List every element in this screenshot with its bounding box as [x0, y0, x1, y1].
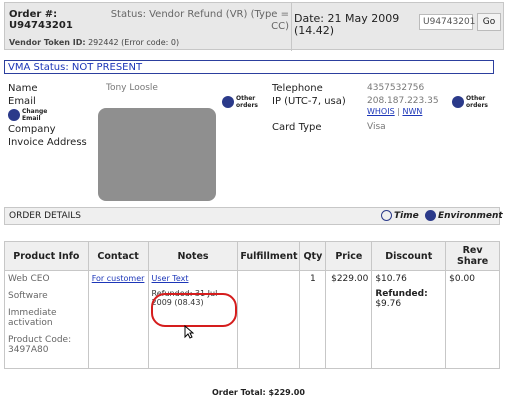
- column-header: Discount: [371, 241, 447, 271]
- notes-link[interactable]: User Text: [152, 274, 235, 283]
- product-type: Software: [8, 291, 48, 301]
- vendor-token-label: Vendor Token ID:: [9, 38, 86, 47]
- column-header: Qty: [299, 241, 327, 271]
- name-value: Tony Loosle: [106, 83, 158, 93]
- time-toggle[interactable]: Time: [381, 210, 419, 221]
- column-header: Notes: [147, 241, 239, 271]
- qty-cell: 1: [299, 270, 327, 369]
- environment-label: Environment: [438, 210, 503, 221]
- telephone-label: Telephone: [272, 83, 323, 94]
- column-header: Product Info: [4, 241, 89, 271]
- discount-refunded-value: $9.76: [375, 299, 402, 309]
- order-time-line: (14.42): [294, 24, 335, 37]
- time-label: Time: [394, 210, 419, 221]
- name-label: Name: [8, 83, 38, 94]
- order-number-label: Order #:: [9, 9, 58, 20]
- environment-icon: [425, 210, 436, 221]
- other-orders-label: Other orders: [236, 95, 258, 109]
- other-orders-link[interactable]: Other orders: [222, 95, 260, 109]
- redacted-address-block: [98, 108, 216, 201]
- table-row: Web CEO Software Immediate activation Pr…: [4, 270, 500, 369]
- clock-icon: [381, 210, 392, 221]
- column-header: Contact: [87, 241, 149, 271]
- product-code: Product Code: 3497A80: [8, 335, 72, 355]
- change-email-link[interactable]: Change Email: [8, 108, 48, 122]
- discount-refunded-label: Refunded:: [375, 289, 428, 299]
- order-items-table: Product Info Contact Notes Fulfillment Q…: [4, 241, 500, 369]
- order-status: Status: Vendor Refund (VR) (Type = CC): [110, 9, 289, 32]
- price-cell: $229.00: [325, 270, 373, 369]
- order-details-title: ORDER DETAILS: [9, 211, 82, 221]
- mouse-cursor-icon: [184, 325, 194, 339]
- go-button[interactable]: Go: [477, 13, 501, 31]
- vma-status-box: VMA Status: NOT PRESENT: [4, 60, 494, 74]
- column-header: Price: [325, 241, 373, 271]
- contact-cell: For customer: [87, 270, 149, 369]
- other-orders-icon: [222, 96, 234, 108]
- contact-link[interactable]: For customer: [92, 274, 145, 283]
- environment-toggle[interactable]: Environment: [425, 210, 503, 221]
- order-number-value: U94743201: [9, 20, 73, 31]
- order-search-input[interactable]: U94743201: [419, 14, 475, 30]
- vendor-token-line: Vendor Token ID: 292442 (Error code: 0): [9, 38, 179, 47]
- invoice-address-label: Invoice Address: [8, 137, 87, 148]
- whois-link[interactable]: WHOIS: [367, 107, 395, 116]
- order-total: Order Total: $229.00: [212, 388, 305, 397]
- other-orders-link-2[interactable]: Other orders: [452, 95, 490, 109]
- change-email-label: Change Email: [22, 108, 48, 122]
- email-label: Email: [8, 96, 36, 107]
- product-name: Web CEO: [8, 274, 50, 284]
- ip-value: 208.187.223.35: [367, 96, 439, 106]
- order-details-header: ORDER DETAILS Time Environment: [4, 207, 503, 225]
- telephone-value: 4357532756: [367, 83, 425, 93]
- ip-label: IP (UTC-7, usa): [272, 96, 346, 107]
- vendor-token-value: 292442 (Error code: 0): [88, 38, 180, 47]
- change-email-icon: [8, 109, 20, 121]
- discount-value: $10.76: [375, 274, 407, 284]
- refund-highlight-ellipse: [151, 293, 237, 327]
- card-type-value: Visa: [367, 122, 386, 132]
- product-delivery: Immediate activation: [8, 308, 57, 328]
- order-date: Date: 21 May 2009 (14.42): [291, 3, 415, 51]
- card-type-label: Card Type: [272, 122, 322, 133]
- other-orders-icon: [452, 96, 464, 108]
- column-header: Rev Share: [445, 241, 500, 271]
- fulfillment-cell: [237, 270, 301, 369]
- rev-share-cell: $0.00: [445, 270, 500, 369]
- column-header: Fulfillment: [237, 241, 301, 271]
- discount-cell: $10.76 Refunded: $9.76: [371, 270, 447, 369]
- nwn-link[interactable]: NWN: [402, 107, 422, 116]
- ip-links: WHOIS | NWN: [367, 107, 423, 116]
- product-info-cell: Web CEO Software Immediate activation Pr…: [4, 270, 89, 369]
- other-orders-label: Other orders: [466, 95, 488, 109]
- company-label: Company: [8, 124, 56, 135]
- order-header-bar: Order #: U94743201 Status: Vendor Refund…: [4, 2, 504, 51]
